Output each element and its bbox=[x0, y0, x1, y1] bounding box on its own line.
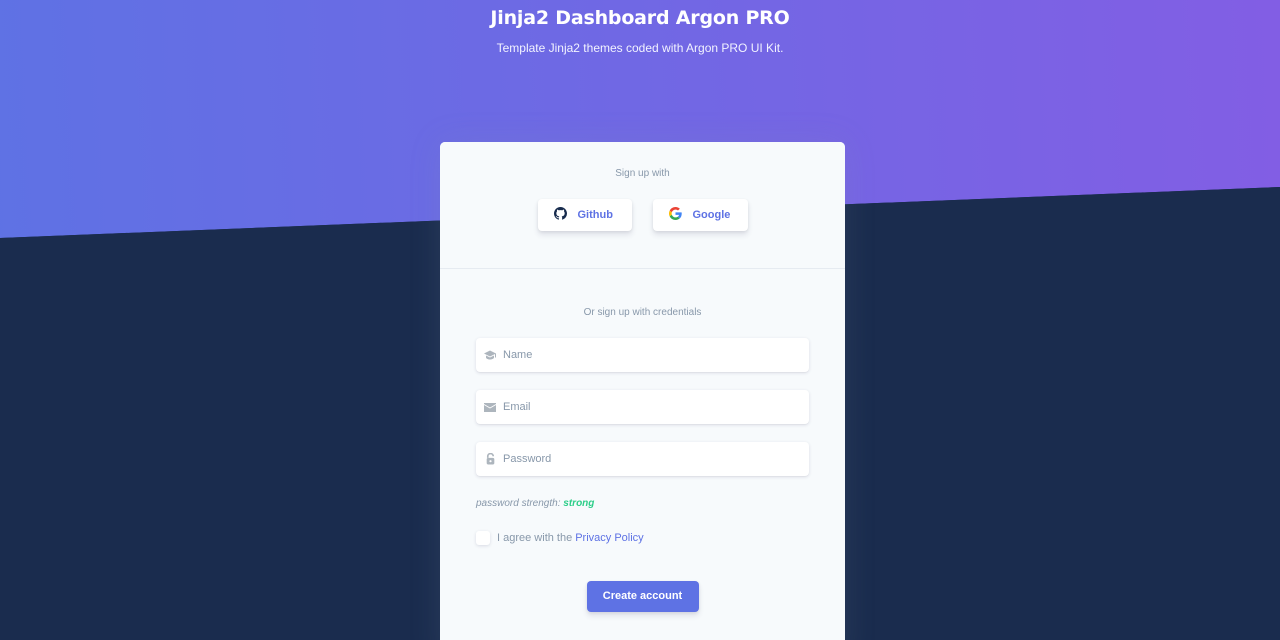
google-icon bbox=[668, 207, 682, 223]
page-header: Jinja2 Dashboard Argon PRO Template Jinj… bbox=[0, 5, 1280, 55]
github-icon bbox=[553, 207, 567, 223]
name-input[interactable] bbox=[503, 349, 783, 361]
password-strength-value: strong bbox=[563, 498, 595, 509]
signup-card: Sign up with Github Google Or sign up wi… bbox=[440, 142, 845, 640]
privacy-agreement: I agree with the Privacy Policy bbox=[476, 531, 809, 545]
lock-open-icon bbox=[484, 453, 496, 465]
agree-text: I agree with the bbox=[497, 532, 573, 544]
graduation-cap-icon bbox=[484, 349, 496, 361]
social-buttons: Github Google bbox=[440, 199, 845, 231]
password-input[interactable] bbox=[503, 453, 783, 465]
privacy-policy-link[interactable]: Privacy Policy bbox=[575, 532, 643, 544]
google-button[interactable]: Google bbox=[652, 199, 748, 231]
email-input[interactable] bbox=[503, 401, 783, 413]
envelope-icon bbox=[484, 401, 496, 413]
agree-checkbox[interactable] bbox=[476, 531, 490, 545]
github-button-label: Github bbox=[577, 209, 613, 221]
credentials-section: Or sign up with credentials password str… bbox=[440, 269, 845, 612]
page-subtitle: Template Jinja2 themes coded with Argon … bbox=[496, 41, 784, 55]
email-field[interactable] bbox=[476, 390, 809, 424]
social-signup-section: Sign up with Github Google bbox=[440, 142, 845, 269]
password-strength-label: password strength: bbox=[476, 498, 561, 509]
google-button-label: Google bbox=[692, 209, 731, 221]
signup-with-label: Sign up with bbox=[615, 168, 670, 179]
password-field[interactable] bbox=[476, 442, 809, 476]
github-button[interactable]: Github bbox=[537, 199, 632, 231]
password-strength: password strength: strong bbox=[476, 498, 809, 509]
page-title: Jinja2 Dashboard Argon PRO bbox=[490, 7, 790, 29]
name-field[interactable] bbox=[476, 338, 809, 372]
create-account-button[interactable]: Create account bbox=[586, 581, 699, 612]
credentials-label: Or sign up with credentials bbox=[583, 307, 702, 318]
submit-row: Create account bbox=[476, 581, 809, 612]
